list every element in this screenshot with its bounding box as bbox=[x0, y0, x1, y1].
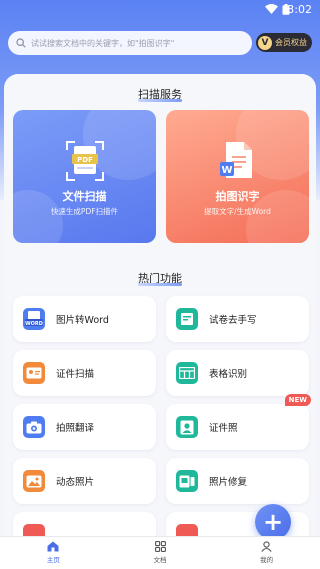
feature-label: 证件扫描 bbox=[56, 369, 95, 380]
feature-label: 证件照 bbox=[209, 423, 238, 434]
table-glyph bbox=[179, 367, 195, 379]
image-to-word-glyph: WORD bbox=[25, 311, 43, 327]
wifi-icon bbox=[265, 4, 278, 14]
feature-more-left[interactable] bbox=[13, 512, 156, 536]
feature-label: 试卷去手写 bbox=[209, 315, 257, 326]
photo-ocr-card[interactable]: W 拍图识字 提取文字/生成Word bbox=[166, 110, 309, 243]
id-photo-glyph bbox=[180, 420, 194, 434]
title-underline bbox=[138, 99, 182, 102]
add-button[interactable]: + bbox=[255, 504, 291, 540]
status-time: 3:02 bbox=[287, 3, 312, 16]
word-label: W bbox=[221, 165, 232, 176]
user-icon bbox=[261, 541, 272, 552]
search-placeholder: 试试搜索文档中的关键字，如"拍图识字" bbox=[31, 38, 175, 48]
tab-profile[interactable]: 我的 bbox=[213, 537, 320, 569]
hot-section-header: 热门功能 bbox=[4, 270, 316, 286]
photo-ocr-title: 拍图识字 bbox=[215, 190, 260, 203]
feature-label: 照片修复 bbox=[209, 477, 248, 488]
tab-home[interactable]: 主页 bbox=[0, 537, 107, 569]
feature-id-scan[interactable]: 证件扫描 bbox=[13, 350, 156, 396]
live-photo-icon bbox=[23, 470, 45, 492]
home-icon bbox=[47, 541, 59, 552]
table-icon bbox=[176, 362, 198, 384]
feature-label: 拍照翻译 bbox=[56, 423, 95, 434]
feature-photo-translate[interactable]: 拍照翻译 bbox=[13, 404, 156, 450]
tab-documents[interactable]: 文档 bbox=[107, 537, 214, 569]
feature-table-recognition[interactable]: 表格识别 bbox=[166, 350, 309, 396]
camera-glyph bbox=[26, 421, 42, 433]
file-scan-card[interactable]: PDF 文件扫描 快速生成PDF扫描件 bbox=[13, 110, 156, 243]
feature-photo-repair[interactable]: 照片修复 bbox=[166, 458, 309, 504]
file-scan-title: 文件扫描 bbox=[62, 190, 107, 203]
photo-repair-glyph bbox=[179, 475, 195, 487]
vip-label: 会员权益 bbox=[275, 38, 307, 47]
search-icon bbox=[16, 38, 26, 48]
feature-live-photo[interactable]: 动态照片 bbox=[13, 458, 156, 504]
camera-translate-icon bbox=[23, 416, 45, 438]
exam-paper-glyph bbox=[181, 313, 193, 325]
new-badge: NEW bbox=[284, 394, 311, 406]
vip-benefits-button[interactable]: V 会员权益 bbox=[256, 33, 312, 52]
bottom-tab-bar: 主页 文档 我的 bbox=[0, 536, 320, 569]
scan-section-header: 扫描服务 bbox=[4, 86, 316, 102]
photo-repair-icon bbox=[176, 470, 198, 492]
pdf-label: PDF bbox=[77, 156, 93, 164]
main-panel: 扫描服务 PDF 文件扫描 快速生成PDF扫描件 W 拍图识字 提取文字/生成W… bbox=[4, 74, 316, 536]
feature-label: 图片转Word bbox=[56, 315, 109, 326]
title-underline bbox=[138, 283, 182, 286]
word-doc-icon: W bbox=[219, 142, 252, 178]
photo-ocr-subtitle: 提取文字/生成Word bbox=[204, 207, 271, 216]
feature-label: 动态照片 bbox=[56, 477, 95, 488]
id-card-icon bbox=[23, 362, 45, 384]
exam-paper-icon bbox=[176, 308, 198, 330]
feature-icon bbox=[23, 524, 45, 536]
pdf-scan-icon: PDF bbox=[65, 141, 104, 181]
vip-badge-icon: V bbox=[258, 35, 272, 50]
file-scan-subtitle: 快速生成PDF扫描件 bbox=[50, 207, 119, 216]
tab-label: 文档 bbox=[153, 556, 167, 564]
feature-image-to-word[interactable]: WORD 图片转Word bbox=[13, 296, 156, 342]
status-bar: 3:02 bbox=[0, 0, 320, 20]
feature-exam-remove-handwriting[interactable]: 试卷去手写 bbox=[166, 296, 309, 342]
id-photo-icon bbox=[176, 416, 198, 438]
search-input[interactable]: 试试搜索文档中的关键字，如"拍图识字" bbox=[8, 31, 252, 55]
feature-label: 表格识别 bbox=[209, 369, 248, 380]
live-photo-glyph bbox=[26, 475, 42, 487]
grid-icon bbox=[154, 541, 166, 552]
word-tag: WORD bbox=[25, 321, 43, 327]
image-to-word-icon: WORD bbox=[23, 308, 45, 330]
tab-label: 我的 bbox=[260, 556, 274, 564]
tab-label: 主页 bbox=[46, 556, 60, 564]
id-card-glyph bbox=[26, 367, 42, 379]
feature-id-photo[interactable]: 证件照 NEW bbox=[166, 394, 311, 450]
feature-icon bbox=[176, 524, 198, 536]
